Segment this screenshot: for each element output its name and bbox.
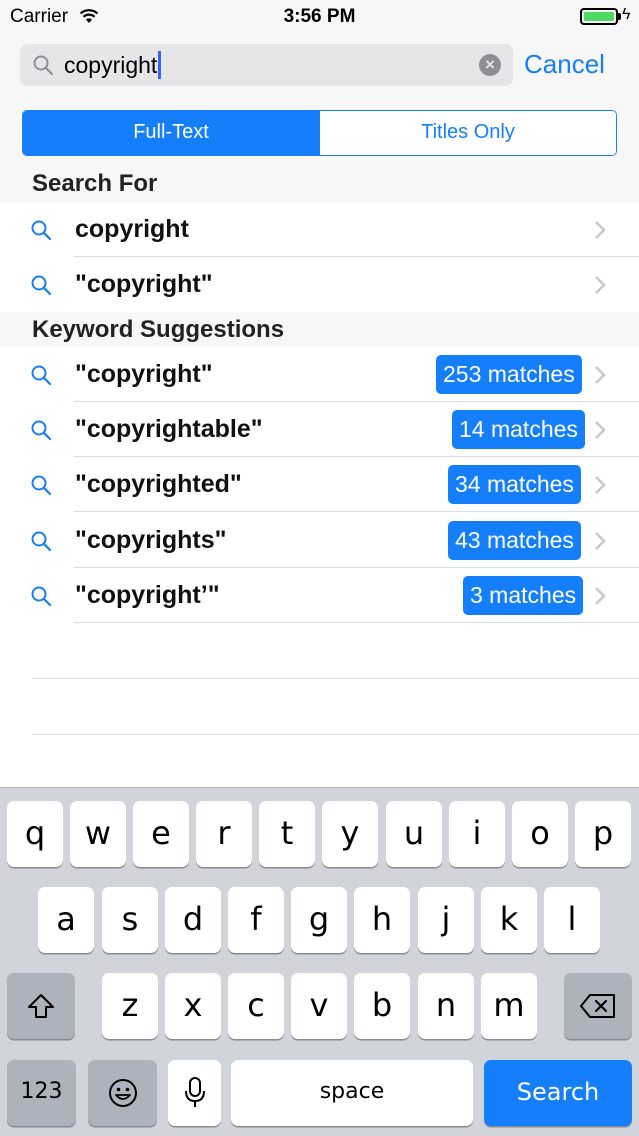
key-f[interactable]: f <box>228 887 284 953</box>
shift-key[interactable] <box>7 973 75 1039</box>
backspace-key[interactable] <box>564 973 632 1039</box>
key-t[interactable]: t <box>259 801 315 867</box>
search-icon <box>31 220 52 241</box>
key-r[interactable]: r <box>196 801 252 867</box>
space-key[interactable]: space <box>231 1060 473 1126</box>
key-i[interactable]: i <box>449 801 505 867</box>
key-x[interactable]: x <box>165 973 221 1039</box>
search-icon <box>31 365 52 386</box>
search-query: copyright <box>64 52 158 78</box>
key-m[interactable]: m <box>481 973 537 1039</box>
list-item[interactable]: "copyrightable" 14 matches <box>0 402 639 457</box>
key-g[interactable]: g <box>291 887 347 953</box>
charging-icon: ϟ <box>622 6 631 23</box>
search-icon <box>31 531 52 552</box>
section-title: Search For <box>32 170 158 197</box>
key-c[interactable]: c <box>228 973 284 1039</box>
section-header-keyword-suggestions: Keyword Suggestions <box>0 312 639 348</box>
row-label: copyright <box>75 215 189 243</box>
row-label: "copyrightable" <box>75 415 263 443</box>
text-caret <box>158 51 162 79</box>
key-n[interactable]: n <box>418 973 474 1039</box>
chevron-right-icon <box>595 366 606 384</box>
key-u[interactable]: u <box>386 801 442 867</box>
match-count-badge: 34 matches <box>448 465 581 504</box>
chevron-right-icon <box>595 421 606 439</box>
search-input[interactable]: copyright <box>64 51 162 79</box>
key-b[interactable]: b <box>354 973 410 1039</box>
key-h[interactable]: h <box>354 887 410 953</box>
key-y[interactable]: y <box>322 801 378 867</box>
status-bar: Carrier 3:56 PM ϟ <box>0 0 639 34</box>
search-icon <box>31 586 52 607</box>
divider <box>32 734 639 735</box>
list-item[interactable]: "copyrights" 43 matches <box>0 513 639 568</box>
search-icon <box>31 420 52 441</box>
row-label: "copyright’" <box>75 581 220 609</box>
chevron-right-icon <box>595 587 606 605</box>
chevron-right-icon <box>595 276 606 294</box>
list-item[interactable]: "copyrighted" 34 matches <box>0 457 639 512</box>
match-count-badge: 253 matches <box>436 355 582 394</box>
battery-icon <box>580 8 618 25</box>
chevron-right-icon <box>595 532 606 550</box>
key-j[interactable]: j <box>418 887 474 953</box>
search-key[interactable]: Search <box>484 1060 632 1126</box>
status-time: 3:56 PM <box>283 6 356 27</box>
divider <box>32 678 639 679</box>
search-icon <box>33 55 54 76</box>
microphone-key[interactable] <box>168 1060 221 1126</box>
row-label: "copyrighted" <box>75 470 242 498</box>
match-count-badge: 14 matches <box>452 410 585 449</box>
key-w[interactable]: w <box>70 801 126 867</box>
match-count-badge: 43 matches <box>448 521 581 560</box>
list-item[interactable]: "copyright" <box>0 257 639 312</box>
backspace-icon <box>580 994 615 1018</box>
shift-icon <box>28 994 54 1018</box>
key-q[interactable]: q <box>7 801 63 867</box>
key-d[interactable]: d <box>165 887 221 953</box>
row-label: "copyright" <box>75 360 213 388</box>
list-item[interactable]: copyright <box>0 202 639 257</box>
section-header-search-for: Search For <box>0 166 639 202</box>
search-icon <box>31 475 52 496</box>
emoji-key[interactable] <box>88 1060 157 1126</box>
cancel-button[interactable]: Cancel <box>524 49 605 80</box>
key-a[interactable]: a <box>38 887 94 953</box>
keyboard: q w e r t y u i o p a s d f g h j k l z … <box>0 787 639 1136</box>
search-field[interactable]: copyright × <box>20 44 513 86</box>
list-item[interactable]: "copyright" 253 matches <box>0 347 639 402</box>
row-label: "copyright" <box>75 270 213 298</box>
search-icon <box>31 275 52 296</box>
section-title: Keyword Suggestions <box>32 316 285 343</box>
search-header: copyright × Cancel Full-Text Titles Only <box>0 34 639 174</box>
key-p[interactable]: p <box>575 801 631 867</box>
list-item[interactable]: "copyright’" 3 matches <box>0 568 639 623</box>
search-mode-control: Full-Text Titles Only <box>22 110 617 156</box>
microphone-icon <box>184 1077 205 1107</box>
battery-tip <box>618 13 621 20</box>
key-s[interactable]: s <box>102 887 158 953</box>
key-z[interactable]: z <box>102 973 158 1039</box>
key-o[interactable]: o <box>512 801 568 867</box>
clear-icon[interactable]: × <box>479 54 501 76</box>
numbers-key[interactable]: 123 <box>7 1060 76 1126</box>
chevron-right-icon <box>595 476 606 494</box>
match-count-badge: 3 matches <box>463 576 584 615</box>
key-e[interactable]: e <box>133 801 189 867</box>
chevron-right-icon <box>595 221 606 239</box>
key-l[interactable]: l <box>544 887 600 953</box>
segment-full-text[interactable]: Full-Text <box>23 111 319 155</box>
key-v[interactable]: v <box>291 973 347 1039</box>
emoji-icon <box>108 1079 137 1107</box>
segment-titles-only[interactable]: Titles Only <box>319 111 616 155</box>
key-k[interactable]: k <box>481 887 537 953</box>
row-label: "copyrights" <box>75 526 227 554</box>
